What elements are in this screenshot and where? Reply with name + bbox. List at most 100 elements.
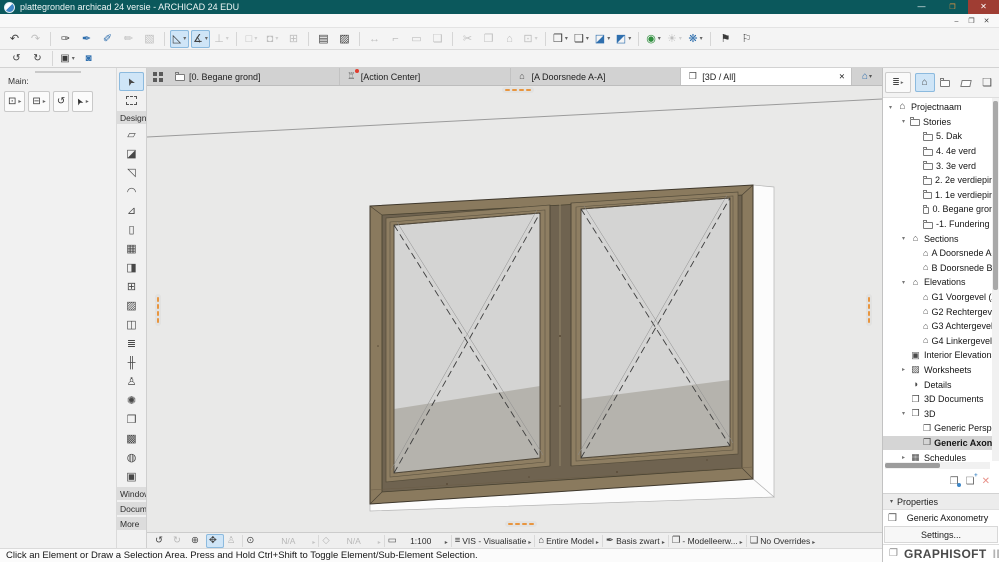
railing-tool[interactable]: ╫ [119,353,144,372]
inject-selection-button[interactable]: ✏ [119,30,138,48]
tree-item[interactable]: 3. 3e verd [883,158,999,173]
drag-element-button[interactable]: ⊟ [28,91,50,112]
tree-item[interactable]: 3D Documents [883,392,999,407]
tree-item[interactable]: G1 Voorgevel (Auto-r [883,290,999,305]
navigator-selector-button[interactable]: ≣ [885,72,911,93]
layout-book-tab[interactable] [956,73,976,92]
inject-all-parameters-button[interactable]: ✐ [98,30,117,48]
inject-parameters-button[interactable]: ✒ [77,30,96,48]
pick-up-parameters-button[interactable]: ✑ [56,30,75,48]
orbit-button[interactable]: ↺ [7,51,26,66]
tab-overview-button[interactable] [147,68,169,85]
dimension-button[interactable]: ↔ [365,30,384,48]
increase-zoom-button[interactable]: ⊕ [188,534,206,548]
tree-item[interactable]: G2 Rechtergevel (Aut [883,304,999,319]
tree-caret-icon[interactable]: ▾ [900,118,907,125]
wall-tool[interactable]: ▱ [119,125,144,144]
explore-model-button[interactable]: ↻ [28,51,47,66]
delete-item-button[interactable]: ✕ [982,476,990,487]
arrow-pointer-button[interactable]: ➤ [72,91,93,112]
new-view-button[interactable]: ❏ [966,473,978,487]
tab-doorsnede-a-a[interactable]: [A Doorsnede A-A] ✕ [511,68,682,85]
adjust-button[interactable]: ⌂ [500,30,519,48]
annotation-button[interactable]: ▭ [407,30,426,48]
properties-header[interactable]: ▾ Properties [883,493,999,510]
tree-item[interactable]: ▸ Worksheets [883,363,999,378]
tree-caret-icon[interactable]: ▾ [900,410,907,417]
tree-item[interactable]: A Doorsnede A-A (Au [883,246,999,261]
window-tool[interactable]: ⊞ [119,277,144,296]
tree-item[interactable]: 2. 2e verdieping [883,173,999,188]
model-view-options-dropdown[interactable]: ❐ - Modelleerw... [669,534,746,548]
morph-tool[interactable]: ◍ [119,448,144,467]
slab-tool[interactable]: ◪ [119,144,144,163]
tree-item[interactable]: ▾ Stories [883,115,999,130]
settings-button[interactable]: Settings... [884,526,998,543]
zone-tool[interactable]: ▣ [119,467,144,486]
tree-caret-icon[interactable]: ▾ [887,104,894,111]
capture-view-button[interactable]: ◙ [79,51,98,66]
tree-item[interactable]: Generic Axonometry [883,435,999,451]
3d-viewport[interactable] [147,86,882,532]
tree-item[interactable]: 5. Dak [883,129,999,144]
fill-display-button[interactable]: ▨ [335,30,354,48]
structure-filter-dropdown[interactable]: ⌂ Entire Model [535,534,601,548]
corner-window-tool[interactable]: ◫ [119,315,144,334]
tab-begane-grond[interactable]: [0. Begane grond] ✕ [169,68,340,85]
tree-item[interactable]: 1. 1e verdieping [883,188,999,203]
zoom-previous-button[interactable]: ↺ [152,534,170,548]
stair-tool[interactable]: ≣ [119,334,144,353]
trim-button[interactable]: ✂ [458,30,477,48]
graphic-overrides-dropdown[interactable]: ❑ No Overrides [747,534,819,548]
close-button[interactable]: ✕ [968,0,999,14]
save-current-view-button[interactable]: ❐ [950,476,961,487]
toolbox-item[interactable]: Window [117,487,146,500]
doc-close-button[interactable]: ✕ [979,17,994,25]
tree-item[interactable]: G3 Achtergevel (Auto [883,319,999,334]
tree-item[interactable]: 4. 4e verd [883,144,999,159]
graphisoft-id-bar[interactable]: ❐ GRAPHISOFT ID [883,544,999,562]
toolbox-item[interactable]: More [117,517,146,530]
drawing-button[interactable]: ❏ [428,30,447,48]
pan-button[interactable]: ✥ [205,533,224,548]
tree-item[interactable]: -1. Fundering [883,217,999,232]
column-tool[interactable]: ▯ [119,220,144,239]
close-tab-icon[interactable]: ✕ [839,72,845,81]
tree-item[interactable]: Interior Elevations [883,348,999,363]
tab-action-center[interactable]: [Action Center] ✕ [340,68,511,85]
layer-combination-dropdown[interactable]: ≡ VIS - Visualisatie [452,534,535,548]
equipment-tool[interactable]: ❒ [119,410,144,429]
tree-item[interactable]: G4 Linkergevel (Auto- [883,334,999,349]
tree-item[interactable]: ▾ 3D [883,406,999,421]
beam-tool[interactable]: ⊿ [119,201,144,220]
tab-3d-all[interactable]: [3D / All] ✕ [681,68,852,85]
move-marquee-button[interactable]: ⊡ [4,91,26,112]
pick-up-tab-button[interactable]: ⌂ [852,68,882,85]
tree-caret-icon[interactable]: ▸ [900,366,907,373]
intersect-button[interactable]: ⊡ [521,30,540,48]
snap-guides-button[interactable]: ∡ [191,29,210,48]
minimize-button[interactable]: — [906,0,937,14]
scale-dropdown[interactable]: ▭ 1:100 [385,534,451,548]
label-button[interactable]: ⌐ [386,30,405,48]
tree-item[interactable]: ▾ Elevations [883,275,999,290]
curtain-wall-tool[interactable]: ▦ [119,239,144,258]
element-snap-button[interactable]: □ [242,30,261,48]
explore-walk-button[interactable]: ♙ [224,534,243,548]
3d-cutaway-button[interactable]: ◪ [593,30,612,48]
rotate-view-button[interactable]: ↺ [52,91,70,112]
tree-item[interactable]: ▾ Projectnaam [883,100,999,115]
sun-settings-button[interactable]: ☀ [665,30,684,48]
door-tool[interactable]: ◨ [119,258,144,277]
filter-elements-3d-button[interactable]: ◩ [614,30,633,48]
tree-item[interactable]: B Doorsnede B-B (Au [883,261,999,276]
arrow-tool[interactable]: ➤ [119,72,144,91]
object-tool[interactable]: ♙ [119,372,144,391]
titlebar[interactable]: plattegronden archicad 24 versie - ARCHI… [0,0,999,14]
3d-window-settings-button[interactable]: ❒ [551,30,570,48]
zoom-level-dropdown[interactable]: N/A [261,534,318,548]
tree-vertical-scrollbar[interactable] [992,98,999,461]
maximize-button[interactable]: ❒ [937,0,968,14]
toolbox-item[interactable]: Document [117,502,146,515]
lamp-tool[interactable]: ✺ [119,391,144,410]
